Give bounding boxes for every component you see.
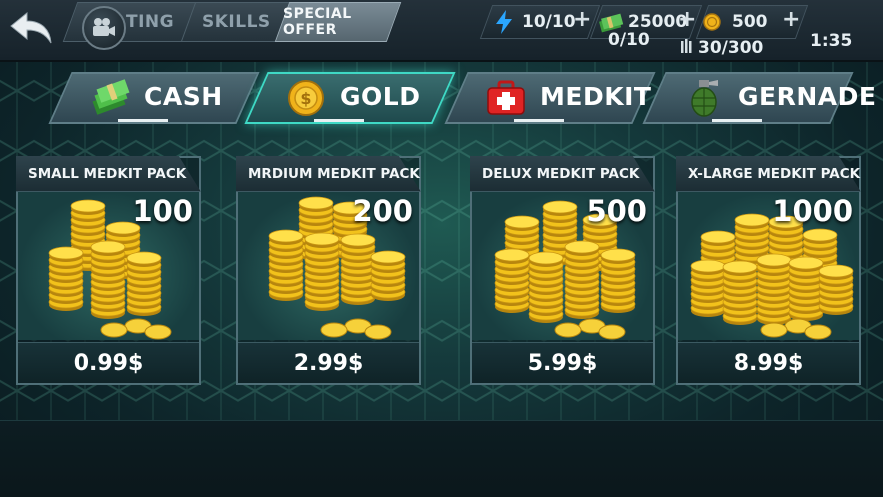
tab-special-offer[interactable]: SPECIAL OFFER <box>274 2 402 42</box>
tab-underline <box>712 119 762 122</box>
category-tab-gold[interactable]: $ GOLD <box>244 72 456 124</box>
pack-amount: 200 <box>352 194 413 228</box>
price-button[interactable]: 5.99$ <box>472 342 653 383</box>
energy-value: 10/10 <box>522 12 576 32</box>
pack-title: MRDIUM MEDKIT PACK <box>248 166 420 182</box>
category-tab-grenade[interactable]: GERNADE <box>642 72 876 124</box>
gold-coin-icon: $ <box>288 80 324 116</box>
video-camera-icon <box>93 18 115 36</box>
pack-card-delux[interactable]: DELUX MEDKIT PACK 500 5.99$ <box>470 156 655 385</box>
bottom-strip <box>0 420 883 497</box>
tab-skills-label: SKILLS <box>201 12 271 32</box>
add-gold-button[interactable]: + <box>782 9 800 31</box>
medkit-icon <box>487 80 525 115</box>
top-bar: TING SKILLS SPECIAL OFFER 10/10 + 25000 … <box>0 0 883 62</box>
ammo-icon <box>681 39 692 53</box>
ammo-counter: 30/300 <box>698 38 764 58</box>
price-button[interactable]: 8.99$ <box>678 342 859 383</box>
back-button[interactable] <box>6 6 58 50</box>
price-button[interactable]: 0.99$ <box>18 342 199 383</box>
pack-amount: 1000 <box>772 194 853 228</box>
lightning-icon <box>496 10 512 34</box>
pack-title: SMALL MEDKIT PACK <box>28 166 187 182</box>
tab-underline <box>514 119 564 122</box>
add-energy-button[interactable]: + <box>573 9 591 31</box>
tab-underline <box>314 119 364 122</box>
pack-amount: 100 <box>132 194 193 228</box>
price-button[interactable]: 2.99$ <box>238 342 419 383</box>
pack-card-small[interactable]: SMALL MEDKIT PACK 100 0.99$ <box>16 156 201 385</box>
gold-value: 500 <box>732 12 768 32</box>
timer-text: 1:35 <box>810 31 853 51</box>
pack-amount: 500 <box>586 194 647 228</box>
category-tab-medkit[interactable]: MEDKIT <box>444 72 656 124</box>
pack-card-medium[interactable]: MRDIUM MEDKIT PACK 200 2.99$ <box>236 156 421 385</box>
pack-card-xlarge[interactable]: X-LARGE MEDKIT PACK 1000 8.99$ <box>676 156 861 385</box>
add-cash-button[interactable]: + <box>678 9 696 31</box>
pack-price: 2.99$ <box>293 350 364 376</box>
video-button[interactable] <box>82 6 126 50</box>
category-tab-gold-label: GOLD <box>340 82 421 111</box>
category-tab-medkit-label: MEDKIT <box>540 82 652 111</box>
cash-sub-counter: 0/10 <box>608 30 650 50</box>
tab-shooting-label: TING <box>125 12 175 32</box>
pack-price: 0.99$ <box>73 350 144 376</box>
tab-skills[interactable]: SKILLS <box>180 2 292 42</box>
category-tab-cash[interactable]: CASH <box>48 72 260 124</box>
gold-coin-small-icon <box>703 13 721 31</box>
pack-price: 5.99$ <box>527 350 598 376</box>
pack-title: X-LARGE MEDKIT PACK <box>688 166 861 182</box>
tab-underline <box>118 119 168 122</box>
category-tab-cash-label: CASH <box>144 82 223 111</box>
pack-title: DELUX MEDKIT PACK <box>482 166 640 182</box>
back-arrow-icon <box>10 11 52 44</box>
category-tab-grenade-label: GERNADE <box>738 82 877 111</box>
svg-text:$: $ <box>300 89 311 108</box>
grenade-icon <box>691 80 718 117</box>
tab-special-offer-label: SPECIAL OFFER <box>283 6 352 38</box>
cash-stack-icon <box>92 79 130 115</box>
pack-price: 8.99$ <box>733 350 804 376</box>
